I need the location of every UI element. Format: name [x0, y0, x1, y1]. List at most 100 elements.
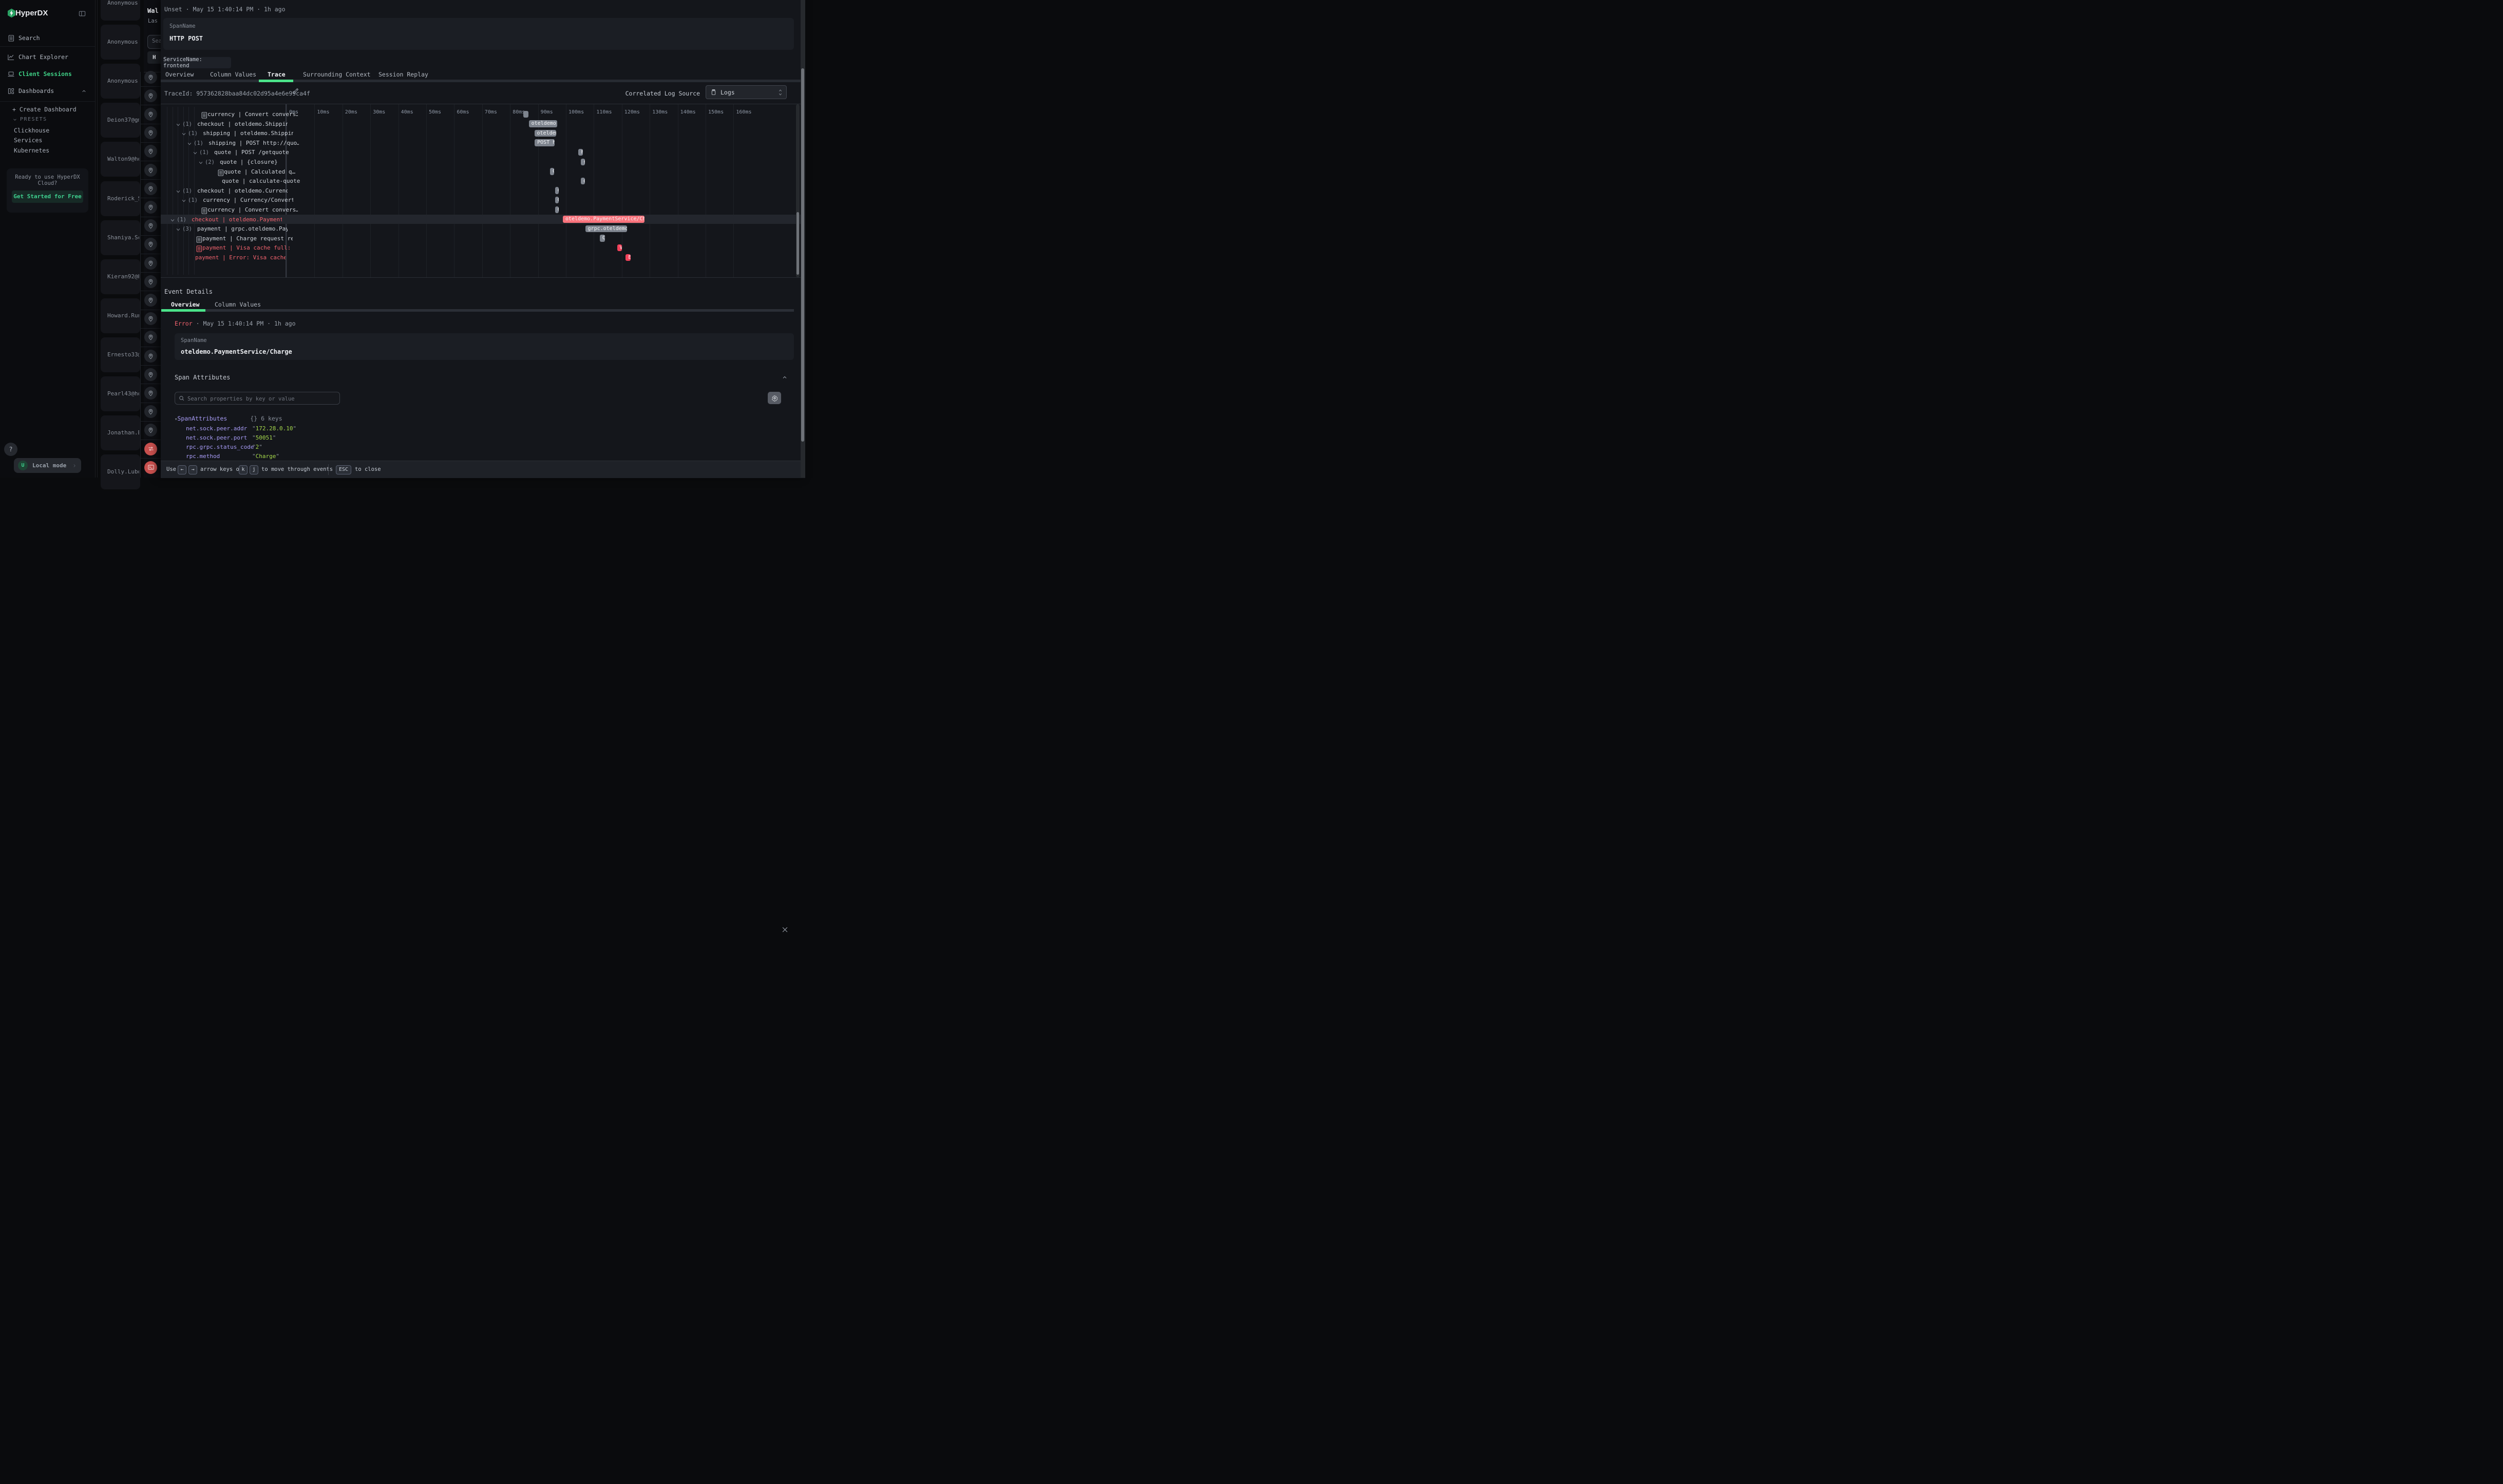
trace-span-bar[interactable]: oteldemo.PaymentService/Char [563, 216, 644, 223]
trace-span-row[interactable]: payment | Error: Visa cache ful…E [161, 253, 801, 262]
sidebar-item-client-sessions[interactable]: Client Sessions [0, 67, 95, 81]
session-card[interactable]: Jonathan.B [101, 415, 140, 450]
chevron-down-icon[interactable] [170, 218, 175, 223]
trace-span-row[interactable]: (1)shipping | POST http://quo…POST ht [161, 138, 801, 148]
location-event-button[interactable] [144, 368, 157, 381]
sidebar-item-dashboards[interactable]: Dashboards [0, 84, 95, 98]
trace-span-row[interactable]: (3)payment | grpc.oteldemo.Paymen…grpc.o… [161, 224, 801, 234]
tab-overview[interactable]: Overview [171, 301, 199, 309]
location-event-button[interactable] [144, 182, 157, 195]
chevron-down-icon[interactable] [193, 150, 198, 156]
waterfall-scrollbar[interactable] [796, 104, 800, 277]
attribute-search-input[interactable] [186, 393, 337, 405]
attribute-row[interactable]: rpc.grpc.status_code"2" [161, 444, 794, 452]
trace-span-bar[interactable]: C [550, 168, 554, 175]
trace-span-row[interactable]: currency | Convert convers… [161, 109, 801, 119]
session-card[interactable]: Kieran92@h [101, 259, 140, 294]
trace-span-row[interactable]: quote | Calculated q…C [161, 167, 801, 177]
session-card[interactable]: Walton9@ho [101, 142, 140, 177]
trace-span-row[interactable]: currency | Convert convers…C [161, 205, 801, 215]
preset-services[interactable]: Services [14, 137, 42, 144]
sidebar-item-search[interactable]: Search [0, 31, 95, 45]
chevron-down-icon[interactable] [187, 141, 192, 146]
tab-column-values[interactable]: Column Values [215, 301, 261, 309]
preset-clickhouse[interactable]: Clickhouse [14, 127, 49, 134]
trace-span-bar[interactable]: C [555, 206, 559, 214]
trace-span-row[interactable]: (1)checkout | oteldemo.PaymentServi…otel… [161, 215, 801, 224]
attribute-row[interactable]: rpc.method"Charge" [161, 453, 794, 461]
location-event-button[interactable] [144, 71, 157, 84]
trace-span-bar[interactable]: C [555, 197, 559, 204]
location-event-button[interactable] [144, 164, 157, 177]
trace-span-bar[interactable]: C [600, 235, 605, 242]
collapse-section-icon[interactable] [780, 373, 790, 382]
chevron-down-icon[interactable] [198, 160, 203, 165]
attribute-tree-root[interactable]: ▾SpanAttributes {} 6 keys [175, 415, 282, 422]
service-name-chip[interactable]: ServiceName: frontend [163, 57, 231, 68]
console-event-button[interactable] [144, 461, 157, 474]
trace-span-row[interactable]: quote | calculate-quotec [161, 176, 801, 186]
location-event-button[interactable] [144, 405, 157, 418]
trace-span-bar[interactable]: { [581, 159, 585, 166]
chevron-down-icon[interactable] [176, 122, 181, 127]
location-event-button[interactable] [144, 275, 157, 288]
scrollbar-thumb[interactable] [801, 68, 804, 442]
location-event-button[interactable] [144, 350, 157, 363]
close-icon[interactable] [779, 924, 790, 935]
trace-span-row[interactable]: (1)shipping | oteldemo.Shipping…oteldemo [161, 128, 801, 138]
trace-span-row[interactable]: (1)checkout | oteldemo.ShippingSe…otelde… [161, 119, 801, 129]
edit-icon[interactable] [290, 85, 301, 97]
trace-span-bar[interactable]: POST ht [535, 139, 555, 146]
location-event-button[interactable] [144, 312, 157, 325]
scrollbar-thumb[interactable] [797, 212, 799, 275]
location-event-button[interactable] [144, 126, 157, 139]
chevron-down-icon[interactable] [181, 131, 186, 137]
attribute-row[interactable]: net.sock.peer.port"50051" [161, 434, 794, 443]
session-card[interactable]: Dolly.Lubo [101, 454, 140, 489]
page-scrollbar[interactable] [801, 0, 805, 478]
trace-span-bar[interactable]: grpc.oteldemo. [585, 225, 628, 233]
chevron-down-icon[interactable] [176, 227, 181, 232]
presets-toggle[interactable]: PRESETS [12, 117, 47, 122]
location-event-button[interactable] [144, 387, 157, 399]
trace-span-bar[interactable]: o [555, 187, 559, 194]
session-card[interactable]: Anonymous [101, 0, 140, 21]
session-card[interactable]: Roderick_S [101, 181, 140, 216]
log-source-select[interactable]: Logs [706, 85, 787, 99]
session-card[interactable]: Ernesto33@ [101, 337, 140, 372]
location-event-button[interactable] [144, 219, 157, 232]
session-card[interactable]: Shaniya.Sc [101, 220, 140, 255]
trace-span-bar[interactable]: P [578, 149, 582, 156]
trace-span-bar[interactable]: c [581, 178, 585, 185]
local-mode-menu[interactable]: U Local mode [14, 458, 81, 473]
trace-span-bar[interactable] [523, 111, 528, 118]
sidebar-item-chart-explorer[interactable]: Chart Explorer [0, 50, 95, 64]
trace-span-row[interactable]: (1)currency | Currency/ConvertC [161, 195, 801, 205]
attribute-row[interactable]: net.sock.peer.addr"172.28.0.10" [161, 425, 794, 433]
trace-span-bar[interactable]: E [625, 254, 631, 261]
create-dashboard-button[interactable]: + Create Dashboard [12, 106, 77, 113]
location-event-button[interactable] [144, 294, 157, 307]
location-event-button[interactable] [144, 201, 157, 214]
network-event-button[interactable] [144, 443, 157, 455]
session-card[interactable]: Anonymous [101, 64, 140, 99]
session-card[interactable]: Pearl43@ho [101, 376, 140, 411]
trace-span-row[interactable]: (1)quote | POST /getquoteP [161, 147, 801, 157]
help-button[interactable]: ? [4, 443, 17, 456]
collapse-sidebar-icon[interactable] [78, 10, 86, 17]
location-event-button[interactable] [144, 257, 157, 270]
trace-span-bar[interactable]: oteldemo [535, 130, 557, 137]
trace-span-row[interactable]: payment | Charge request rec…C [161, 234, 801, 243]
trace-span-row[interactable]: payment | Visa cache full: c…V [161, 243, 801, 253]
trace-span-bar[interactable]: oteldemo. [529, 120, 557, 127]
get-started-button[interactable]: Get Started for Free [12, 191, 83, 203]
gear-icon[interactable] [768, 392, 781, 404]
session-card[interactable]: Deion37@gm [101, 103, 140, 138]
chevron-down-icon[interactable] [176, 189, 181, 194]
trace-span-row[interactable]: (1)checkout | oteldemo.CurrencySe…o [161, 186, 801, 196]
location-event-button[interactable] [144, 89, 157, 102]
chevron-down-icon[interactable] [181, 198, 186, 203]
session-card[interactable]: Anonymous [101, 25, 140, 60]
trace-span-row[interactable]: (2)quote | {closure}{ [161, 157, 801, 167]
preset-kubernetes[interactable]: Kubernetes [14, 147, 49, 154]
